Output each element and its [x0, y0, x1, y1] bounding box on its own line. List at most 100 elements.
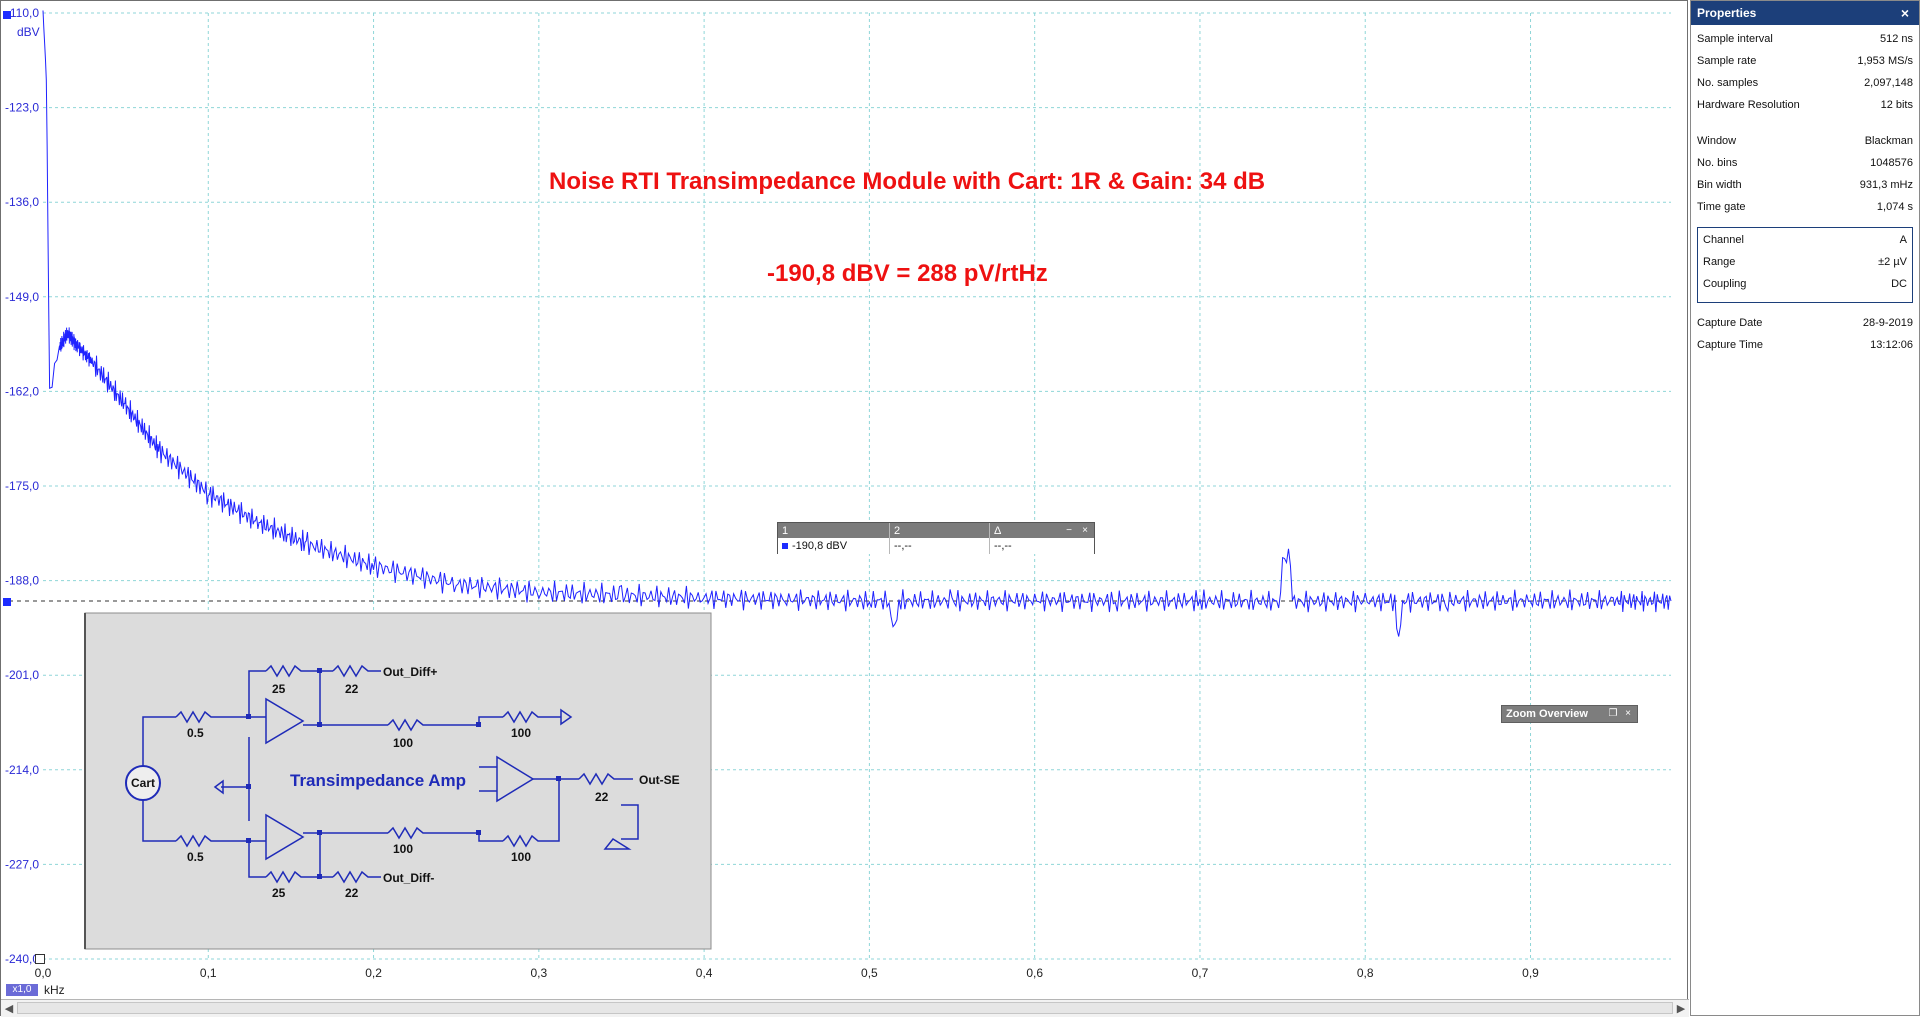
cursor-value-delta: --,-- [994, 540, 1012, 552]
property-label: Window [1697, 135, 1737, 147]
chevron-right-icon[interactable]: ▶ [1674, 1001, 1688, 1015]
resistor-label: 0.5 [187, 850, 204, 864]
x-tick-label: 0,8 [1357, 966, 1374, 980]
property-label: Coupling [1703, 278, 1747, 290]
resistor-label: 100 [393, 736, 413, 750]
trace-marker-icon [782, 543, 788, 549]
property-value: 931,3 mHz [1859, 179, 1913, 191]
property-value: 2,097,148 [1864, 77, 1913, 89]
horizontal-scrollbar[interactable]: ◀ ▶ [1, 999, 1689, 1017]
property-row: Sample interval 512 ns [1697, 33, 1913, 53]
cursor-value-1: -190,8 dBV [792, 540, 848, 552]
property-value: 1,074 s [1876, 201, 1913, 213]
minimize-icon[interactable]: − [1064, 525, 1074, 536]
cursor-readout-panel[interactable]: 1 2 Δ − × -190,8 dBV --,-- --,-- [777, 522, 1095, 554]
y-axis-unit-label: dBV [17, 25, 40, 39]
schematic-title: Transimpedance Amp [290, 771, 466, 790]
x-tick-label: 0,5 [861, 966, 878, 980]
app-window: -110,0 -123,0 -136,0 -149,0 -162,0 -175,0 -188… [0, 0, 1920, 1019]
property-row: No. samples 2,097,148 [1697, 77, 1913, 97]
properties-body: Sample interval 512 ns Sample rate 1,953… [1691, 25, 1919, 359]
property-value: ±2 µV [1878, 256, 1907, 268]
x-axis-unit-label: kHz [44, 983, 65, 997]
zoom-overview-label: Zoom Overview [1506, 708, 1588, 720]
cart-label: Cart [131, 776, 155, 790]
property-value: 512 ns [1879, 33, 1913, 45]
y-tick-label: -149,0 [5, 290, 39, 304]
cursor-header-delta: Δ [994, 524, 1002, 537]
x-tick-label: 0,6 [1026, 966, 1043, 980]
property-value: 12 bits [1880, 99, 1913, 111]
channel-properties-group: Channel A Range ±2 µV Coupling DC [1697, 227, 1913, 303]
property-label: Sample interval [1697, 33, 1773, 45]
property-row: Channel A [1703, 234, 1907, 254]
close-icon[interactable]: × [1080, 525, 1090, 536]
reference-marker[interactable] [3, 598, 11, 606]
resistor-label: 100 [511, 726, 531, 740]
property-row: Coupling DC [1703, 278, 1907, 298]
property-label: Capture Date [1697, 317, 1763, 329]
chart-title: Noise RTI Transimpedance Module with Car… [549, 168, 1265, 195]
properties-title: Properties [1697, 6, 1757, 20]
property-value: 13:12:06 [1870, 339, 1913, 351]
x-tick-label: 0,2 [365, 966, 382, 980]
y-tick-label: -188,0 [5, 574, 39, 588]
property-value: 1,953 MS/s [1857, 55, 1913, 67]
property-label: Sample rate [1697, 55, 1757, 67]
resistor-label: 100 [393, 842, 413, 856]
property-row: Capture Date 28-9-2019 [1697, 317, 1913, 337]
cursor-readout-header: 1 2 Δ − × [778, 523, 1094, 538]
cursor-value-2: --,-- [894, 540, 912, 552]
axis-corner-icon[interactable] [35, 954, 45, 964]
x-tick-label: 0,0 [35, 966, 52, 980]
chevron-left-icon[interactable]: ◀ [2, 1001, 16, 1015]
resistor-label: 25 [272, 886, 286, 900]
properties-panel: Properties × Sample interval 512 ns Samp… [1690, 0, 1920, 1016]
y-tick-label: -201,0 [5, 668, 39, 682]
restore-icon[interactable]: ❐ [1608, 709, 1618, 719]
spectrum-chart[interactable]: -110,0-123,0-136,0-149,0-162,0-175,0-188… [1, 1, 1687, 997]
resistor-label: 25 [272, 682, 286, 696]
y-tick-label: -162,0 [5, 384, 39, 398]
resistor-label: 22 [345, 886, 359, 900]
x-tick-label: 0,9 [1522, 966, 1539, 980]
y-tick-label: -175,0 [5, 479, 39, 493]
zoom-overview-panel[interactable]: Zoom Overview ❐ × [1501, 705, 1638, 723]
y-axis-top-marker [3, 11, 11, 19]
y-tick-label: -136,0 [5, 195, 39, 209]
y-tick-label: -123,0 [5, 101, 39, 115]
property-row: Capture Time 13:12:06 [1697, 339, 1913, 359]
close-icon[interactable]: × [1897, 5, 1913, 21]
spectrum-plot-panel[interactable]: -110,0 -123,0 -136,0 -149,0 -162,0 -175,0 -188… [0, 0, 1689, 1017]
property-row: Range ±2 µV [1703, 256, 1907, 276]
out-se-label: Out-SE [639, 773, 680, 787]
property-row: Window Blackman [1697, 135, 1913, 155]
y-tick-label: -227,0 [5, 857, 39, 871]
property-row: No. bins 1048576 [1697, 157, 1913, 177]
property-row: Hardware Resolution 12 bits [1697, 99, 1913, 133]
property-value: Blackman [1864, 135, 1913, 147]
property-label: Range [1703, 256, 1736, 268]
cursor-header-1: 1 [782, 524, 789, 537]
x-tick-label: 0,7 [1192, 966, 1209, 980]
property-label: Capture Time [1697, 339, 1764, 351]
properties-header: Properties × [1691, 1, 1919, 25]
zoom-level-badge: x1,0 [6, 984, 38, 996]
property-label: Time gate [1697, 201, 1746, 213]
property-value: 28-9-2019 [1862, 317, 1913, 329]
property-row: Bin width 931,3 mHz [1697, 179, 1913, 199]
scroll-track[interactable] [17, 1002, 1673, 1014]
close-icon[interactable]: × [1623, 709, 1633, 719]
out-diff-minus-label: Out_Diff- [383, 871, 434, 885]
property-value: A [1899, 234, 1907, 246]
schematic-inset: Cart 25 22 0.5 100 100 22 0.5 100 100 25… [84, 612, 712, 950]
chart-subtitle: -190,8 dBV = 288 pV/rtHz [767, 260, 1048, 287]
property-row: Time gate 1,074 s [1697, 201, 1913, 221]
out-diff-plus-label: Out_Diff+ [383, 665, 437, 679]
x-tick-label: 0,4 [696, 966, 713, 980]
property-value: 1048576 [1870, 157, 1913, 169]
cursor-header-2: 2 [894, 524, 901, 537]
property-value: DC [1891, 278, 1907, 290]
x-tick-label: 0,1 [200, 966, 217, 980]
property-label: No. bins [1697, 157, 1738, 169]
